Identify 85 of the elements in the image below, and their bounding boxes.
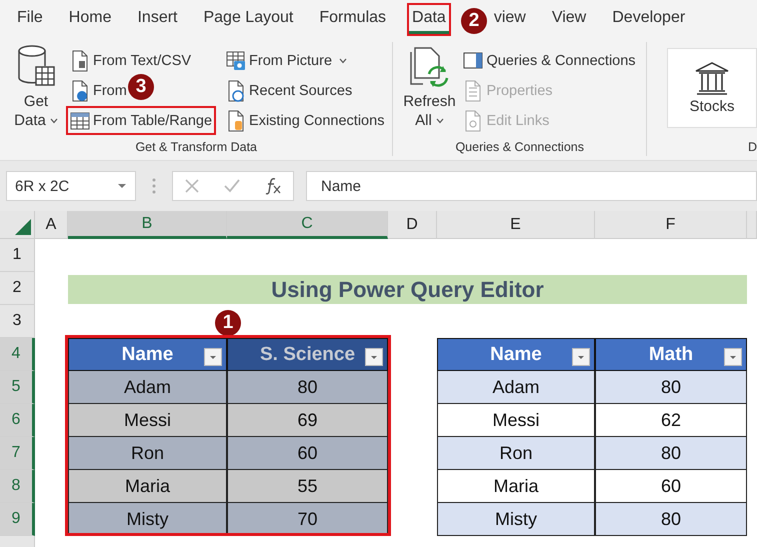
ribbon-button[interactable]: Stocks	[667, 48, 757, 128]
filter-dropdown-icon[interactable]	[365, 348, 383, 366]
document-icon	[226, 110, 246, 132]
table-cell: Ron	[68, 437, 227, 470]
table-cell: 60	[595, 470, 747, 503]
table-cell: 60	[227, 437, 388, 470]
filter-dropdown-icon[interactable]	[724, 348, 742, 366]
table-cell: 80	[595, 503, 747, 536]
step-badge: 3	[128, 74, 154, 100]
group-label: Queries & Connections	[454, 140, 585, 156]
table-cell: Messi	[437, 404, 595, 437]
row-header[interactable]: 4	[0, 338, 35, 371]
ribbon-tab[interactable]: Home	[66, 4, 114, 34]
document-icon	[70, 50, 90, 72]
ribbon-tab[interactable]: Data	[409, 4, 449, 34]
column-header[interactable]: A	[35, 211, 68, 239]
column-header[interactable]: D	[388, 211, 437, 239]
table-cell: Ron	[437, 437, 595, 470]
grip-icon	[152, 177, 156, 195]
table-cell: Adam	[68, 371, 227, 404]
document-icon	[463, 80, 484, 102]
column-header[interactable]: E	[437, 211, 595, 239]
ribbon-tab[interactable]: view	[490, 4, 529, 34]
filter-dropdown-icon[interactable]	[572, 348, 590, 366]
ribbon-button[interactable]: From Picture	[224, 48, 350, 73]
row-header[interactable]: 6	[0, 404, 35, 437]
pane-icon	[463, 50, 484, 72]
ribbon-button[interactable]: From Text/CSV	[68, 48, 194, 73]
bank-icon	[694, 60, 730, 94]
dropdown-icon	[117, 183, 127, 189]
row-header[interactable]: 5	[0, 371, 35, 404]
name-box[interactable]: 6R x 2C	[6, 171, 136, 201]
row-header[interactable]: 2	[0, 272, 35, 305]
row-header[interactable]: 1	[0, 239, 35, 272]
ribbon-button[interactable]: From	[68, 78, 129, 103]
table-cell: Misty	[437, 503, 595, 536]
step-badge: 1	[215, 310, 241, 336]
column-header[interactable]: C	[227, 211, 388, 239]
document-icon	[70, 80, 90, 102]
formula-field[interactable]: Name	[306, 171, 757, 201]
ribbon-button[interactable]: From Table/Range	[68, 108, 214, 133]
row-header[interactable]: 9	[0, 503, 35, 536]
ribbon-tab[interactable]: File	[14, 4, 46, 34]
ribbon-tab[interactable]: Page Layout	[200, 4, 296, 34]
table-header: Math	[595, 338, 747, 371]
column-header[interactable]: B	[68, 211, 227, 239]
table-cell: 80	[595, 371, 747, 404]
group-label: Get & Transform Data	[134, 140, 258, 156]
ribbon-button[interactable]: Existing Connections	[224, 108, 386, 133]
ribbon-button[interactable]: Queries & Connections	[461, 48, 638, 73]
group-label: D	[746, 140, 757, 156]
camera-icon	[226, 50, 246, 72]
table-cell: 80	[595, 437, 747, 470]
step-badge: 2	[461, 8, 488, 34]
select-all-icon[interactable]	[14, 218, 32, 236]
row-header[interactable]: 3	[0, 305, 35, 338]
table-cell: 55	[227, 470, 388, 503]
table-icon	[70, 110, 90, 132]
table-cell: Maria	[437, 470, 595, 503]
table-cell: Misty	[68, 503, 227, 536]
table-cell: 80	[227, 371, 388, 404]
table-cell: 69	[227, 404, 388, 437]
ribbon-tab[interactable]: Formulas	[316, 4, 390, 34]
table-cell: 70	[227, 503, 388, 536]
ribbon-tab[interactable]: Insert	[134, 4, 180, 34]
table-header: Name	[68, 338, 227, 371]
table-cell: 62	[595, 404, 747, 437]
function-icon[interactable]	[264, 177, 282, 195]
document-icon	[463, 110, 484, 132]
ribbon-tab[interactable]: View	[548, 4, 590, 34]
document-icon	[226, 80, 246, 102]
row-header[interactable]: 7	[0, 437, 35, 470]
ribbon-tab[interactable]: Developer	[609, 4, 688, 34]
table-cell: Messi	[68, 404, 227, 437]
ribbon-button[interactable]: Recent Sources	[224, 78, 354, 103]
row-header[interactable]: 8	[0, 470, 35, 503]
filter-dropdown-icon[interactable]	[204, 348, 222, 366]
ribbon-button[interactable]: Get Data	[8, 42, 64, 140]
column-header[interactable]: F	[595, 211, 747, 239]
table-cell: Maria	[68, 470, 227, 503]
sheet-title: Using Power Query Editor	[68, 275, 747, 304]
table-header: S. Science	[227, 338, 388, 371]
table-header: Name	[437, 338, 595, 371]
table-cell: Adam	[437, 371, 595, 404]
ribbon-button[interactable]: Refresh All	[401, 42, 458, 140]
